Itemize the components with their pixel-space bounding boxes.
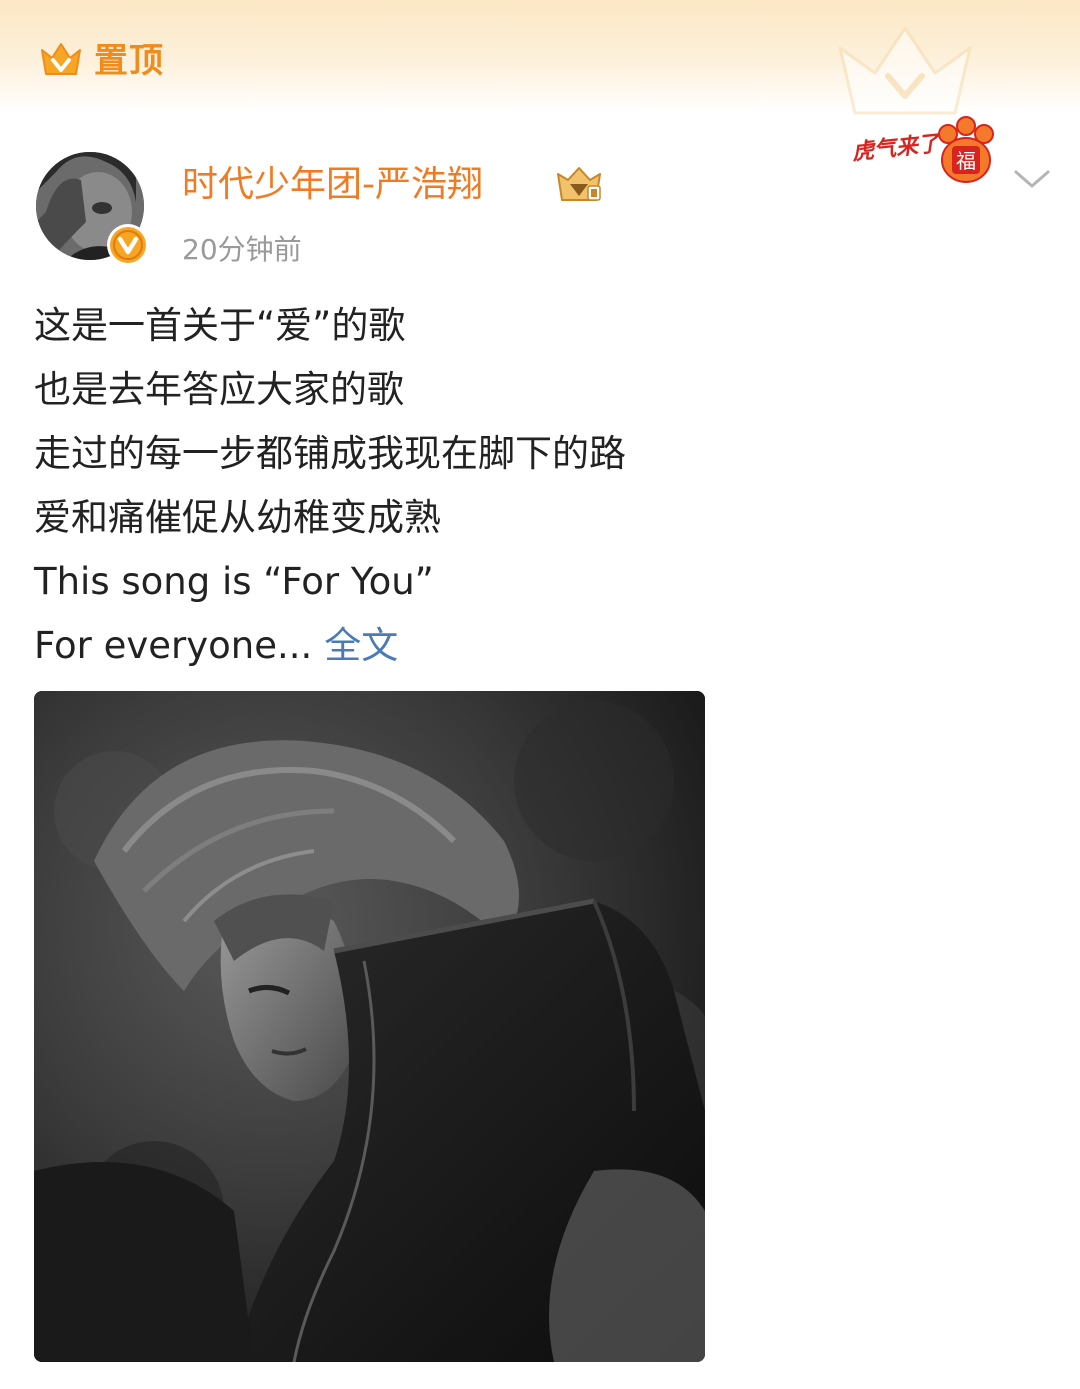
crown-icon [41,43,81,75]
verified-v-icon [110,227,146,263]
post-image[interactable] [34,691,705,1362]
pinned-label: 置顶 [94,41,164,81]
post-line-6-text: For everyone... [34,624,313,667]
weibo-post-page: 置顶 时代少年团-严浩翔 20分钟前 虎气来了 福 这是一首关于“爱”的歌 也是… [0,0,1080,1389]
tiger-stamp-text: 虎气来了 [850,131,942,166]
chevron-down-icon[interactable] [1010,164,1054,194]
post-body: 这是一首关于“爱”的歌 也是去年答应大家的歌 走过的每一步都铺成我现在脚下的路 … [34,294,1044,678]
read-more-link[interactable]: 全文 [324,624,398,667]
diamond-member-icon[interactable] [554,164,604,206]
verified-badge [107,224,149,266]
post-line-5: This song is “For You” [34,560,434,603]
user-name[interactable]: 时代少年团-严浩翔 [182,160,483,210]
post-line-1: 这是一首关于“爱”的歌 [34,304,406,347]
post-photo [34,691,705,1362]
post-line-6: For everyone... 全文 [34,614,1044,678]
crown-watermark-icon [838,26,972,115]
pinned-banner: 置顶 [0,0,1080,115]
post-line-2: 也是去年答应大家的歌 [34,368,404,411]
post-line-3: 走过的每一步都铺成我现在脚下的路 [34,432,626,475]
post-line-4: 爱和痛催促从幼稚变成熟 [34,496,441,539]
post-time: 20分钟前 [182,233,302,266]
tiger-paw-icon: 福 [938,116,994,183]
tiger-stamp: 虎气来了 福 [850,114,1002,188]
paw-char: 福 [956,149,976,173]
